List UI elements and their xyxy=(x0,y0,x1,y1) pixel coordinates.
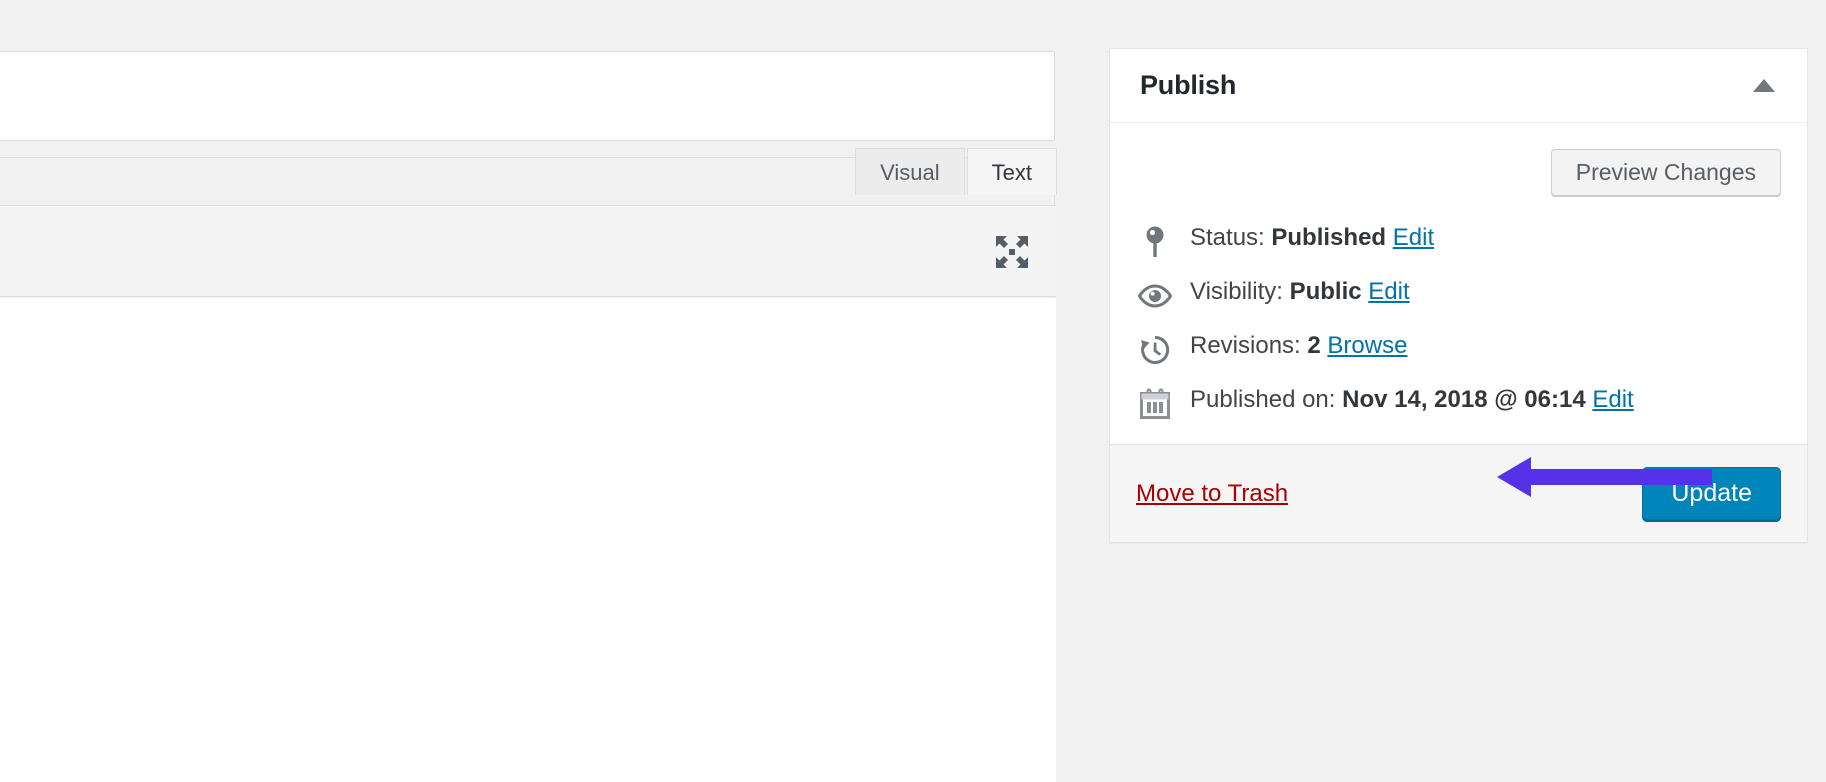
published-on-value: Nov 14, 2018 @ 06:14 xyxy=(1342,386,1586,413)
post-editor-column: Visual Text xyxy=(0,0,1057,782)
preview-row: Preview Changes xyxy=(1136,149,1781,196)
preview-changes-button[interactable]: Preview Changes xyxy=(1551,149,1781,196)
publish-title: Publish xyxy=(1140,70,1236,101)
eye-icon xyxy=(1136,279,1174,313)
status-label: Status: xyxy=(1190,224,1265,251)
update-button[interactable]: Update xyxy=(1642,467,1781,520)
revisions-text: Revisions: 2 Browse xyxy=(1190,330,1781,362)
publish-header: Publish xyxy=(1110,49,1807,123)
published-on-row: Published on: Nov 14, 2018 @ 06:14 Edit xyxy=(1136,384,1781,418)
editor-mode-tabs: Visual Text xyxy=(853,147,1057,195)
publish-body: Preview Changes Status: Published Edit xyxy=(1110,123,1807,444)
published-on-edit-link[interactable]: Edit xyxy=(1592,386,1633,413)
fullscreen-expand-icon[interactable] xyxy=(992,232,1032,272)
tab-visual[interactable]: Visual xyxy=(855,148,965,195)
clock-revisions-icon xyxy=(1136,333,1174,367)
status-row: Status: Published Edit xyxy=(1136,222,1781,256)
publish-footer: Move to Trash Update xyxy=(1110,444,1807,542)
revisions-count: 2 xyxy=(1307,332,1320,359)
visibility-label: Visibility: xyxy=(1190,278,1283,305)
screenshot-root: Visual Text xyxy=(0,0,1826,782)
status-edit-link[interactable]: Edit xyxy=(1393,224,1434,251)
published-on-text: Published on: Nov 14, 2018 @ 06:14 Edit xyxy=(1190,384,1781,416)
visibility-text: Visibility: Public Edit xyxy=(1190,276,1781,308)
visibility-value: Public xyxy=(1290,278,1362,305)
visibility-row: Visibility: Public Edit xyxy=(1136,276,1781,310)
chevron-up-icon[interactable] xyxy=(1747,69,1781,103)
post-title-input[interactable] xyxy=(0,52,1054,140)
revisions-browse-link[interactable]: Browse xyxy=(1327,332,1407,359)
pushpin-icon xyxy=(1136,225,1174,259)
tab-text[interactable]: Text xyxy=(967,148,1057,195)
status-text: Status: Published Edit xyxy=(1190,222,1781,254)
revisions-label: Revisions: xyxy=(1190,332,1301,359)
status-value: Published xyxy=(1271,224,1386,251)
calendar-icon xyxy=(1136,387,1174,421)
revisions-row: Revisions: 2 Browse xyxy=(1136,330,1781,364)
editor-toolbar xyxy=(0,205,1056,297)
published-on-label: Published on: xyxy=(1190,386,1335,413)
post-title-box xyxy=(0,51,1055,141)
move-to-trash-link[interactable]: Move to Trash xyxy=(1136,480,1288,508)
visibility-edit-link[interactable]: Edit xyxy=(1368,278,1409,305)
editor-content-area[interactable] xyxy=(0,298,1056,782)
publish-metabox: Publish Preview Changes Status xyxy=(1109,48,1808,543)
